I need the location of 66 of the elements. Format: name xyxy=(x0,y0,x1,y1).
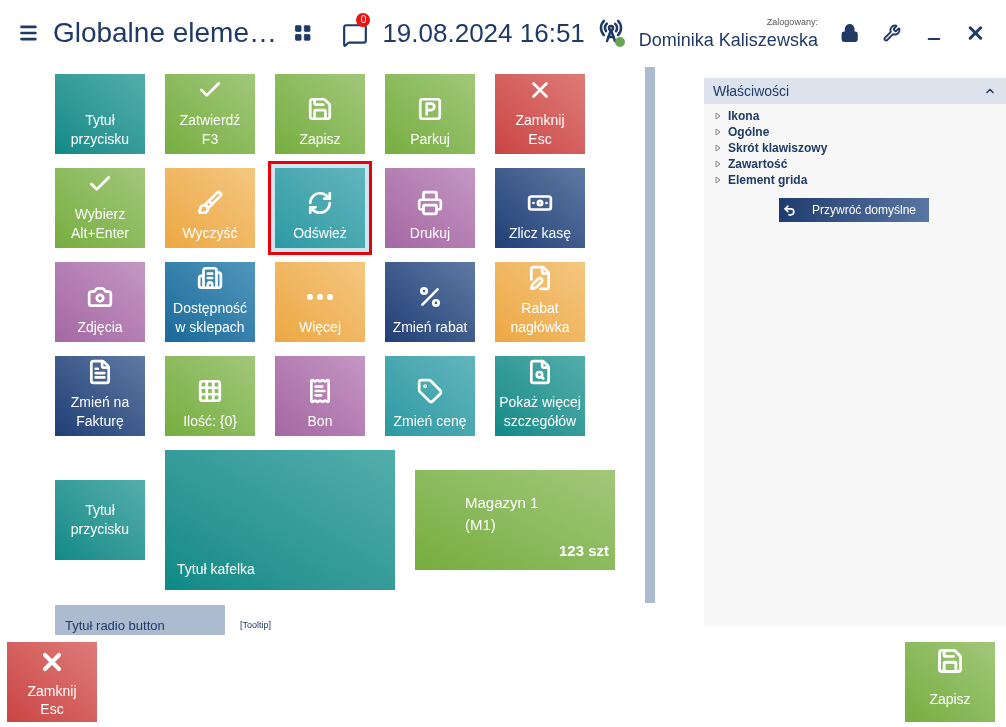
camera-icon xyxy=(87,284,113,310)
quantity-label: 123 szt xyxy=(558,541,609,561)
tile-button[interactable]: Zmień cenę xyxy=(385,356,475,436)
user-name: Dominika Kaliszewska xyxy=(638,30,818,49)
radio-tile[interactable]: Tytuł radio button xyxy=(55,605,225,635)
antenna-icon xyxy=(598,19,623,43)
expand-arrow-icon[interactable] xyxy=(714,128,722,136)
tag-icon xyxy=(417,378,443,404)
tile-button[interactable]: Zmień rabat xyxy=(385,262,475,342)
date-time: 19.08.2024 16:51 xyxy=(382,16,585,50)
brush-icon xyxy=(197,190,223,216)
save-icon xyxy=(307,96,333,122)
warehouse-name: Magazyn 1 xyxy=(465,493,540,513)
tile-button[interactable]: Parkuj xyxy=(385,74,475,154)
expand-arrow-icon[interactable] xyxy=(714,112,722,120)
tile-button[interactable]: Zatwierdź F3 xyxy=(165,74,255,154)
expand-arrow-icon[interactable] xyxy=(714,160,722,168)
tile-button[interactable]: Dostępność w sklepach xyxy=(165,262,255,342)
tile-button[interactable]: Więcej xyxy=(275,262,365,342)
tile-button[interactable]: Drukuj xyxy=(385,168,475,248)
more-icon xyxy=(307,294,333,300)
percent-icon xyxy=(417,284,443,310)
close-button[interactable]: Zamknij Esc xyxy=(7,642,97,722)
logged-in-label: Zalogowany: xyxy=(766,17,818,27)
tree-item[interactable]: Skrót klawiszowy xyxy=(728,139,828,157)
notification-badge: 0 xyxy=(356,13,371,27)
expand-arrow-icon[interactable] xyxy=(714,144,722,152)
tree-item[interactable]: Element grida xyxy=(728,171,808,189)
large-tile[interactable]: Tytuł kafelka xyxy=(165,450,395,590)
grid-icon xyxy=(197,378,223,404)
tile-button[interactable]: Bon xyxy=(275,356,365,436)
tile-button[interactable]: Zapisz xyxy=(275,74,365,154)
warehouse-tile[interactable]: Magazyn 1 (M1) 123 szt xyxy=(415,470,615,570)
message-icon[interactable] xyxy=(342,22,369,48)
window-title: Globalne eleme… xyxy=(52,16,277,50)
tile-button[interactable]: Wybierz Alt+Enter xyxy=(55,168,145,248)
tile-button[interactable]: Zlicz kasę xyxy=(495,168,585,248)
document-icon xyxy=(87,359,113,385)
refresh-icon xyxy=(307,190,333,216)
tile-button[interactable]: Zamknij Esc xyxy=(495,74,585,154)
panel-header[interactable]: Właściwości xyxy=(704,78,1006,104)
document-search-icon xyxy=(527,359,553,385)
restore-defaults-button[interactable]: Przywróć domyślne xyxy=(779,198,929,222)
tile-button[interactable]: Tytuł przycisku xyxy=(55,480,145,560)
buildings-icon xyxy=(197,265,223,291)
parking-icon xyxy=(417,96,443,122)
printer-icon xyxy=(417,190,443,216)
warehouse-code: (M1) xyxy=(465,515,497,535)
save-icon xyxy=(936,647,964,675)
tile-button[interactable]: Tytuł przycisku xyxy=(55,74,145,154)
tree-item[interactable]: Zawartość xyxy=(728,155,788,173)
tile-button[interactable]: Ilość: {0} xyxy=(165,356,255,436)
tile-button[interactable]: Pokaż więcej szczegółów xyxy=(495,356,585,436)
tile-button[interactable]: Wyczyść xyxy=(165,168,255,248)
receipt-icon xyxy=(307,378,333,404)
tree-item[interactable]: Ikona xyxy=(728,107,760,125)
undo-icon xyxy=(783,203,796,217)
tile-button[interactable]: Rabat nagłówka xyxy=(495,262,585,342)
expand-arrow-icon[interactable] xyxy=(714,176,722,184)
tooltip-label: [Tooltip] xyxy=(240,619,272,632)
save-button[interactable]: Zapisz xyxy=(905,642,995,722)
document-pen-icon xyxy=(527,265,553,291)
tile-button[interactable]: Zmień na Fakturę xyxy=(55,356,145,436)
scrollbar[interactable] xyxy=(645,67,655,603)
tile-button[interactable]: Zdjęcia xyxy=(55,262,145,342)
tree-item[interactable]: Ogólne xyxy=(728,123,770,141)
